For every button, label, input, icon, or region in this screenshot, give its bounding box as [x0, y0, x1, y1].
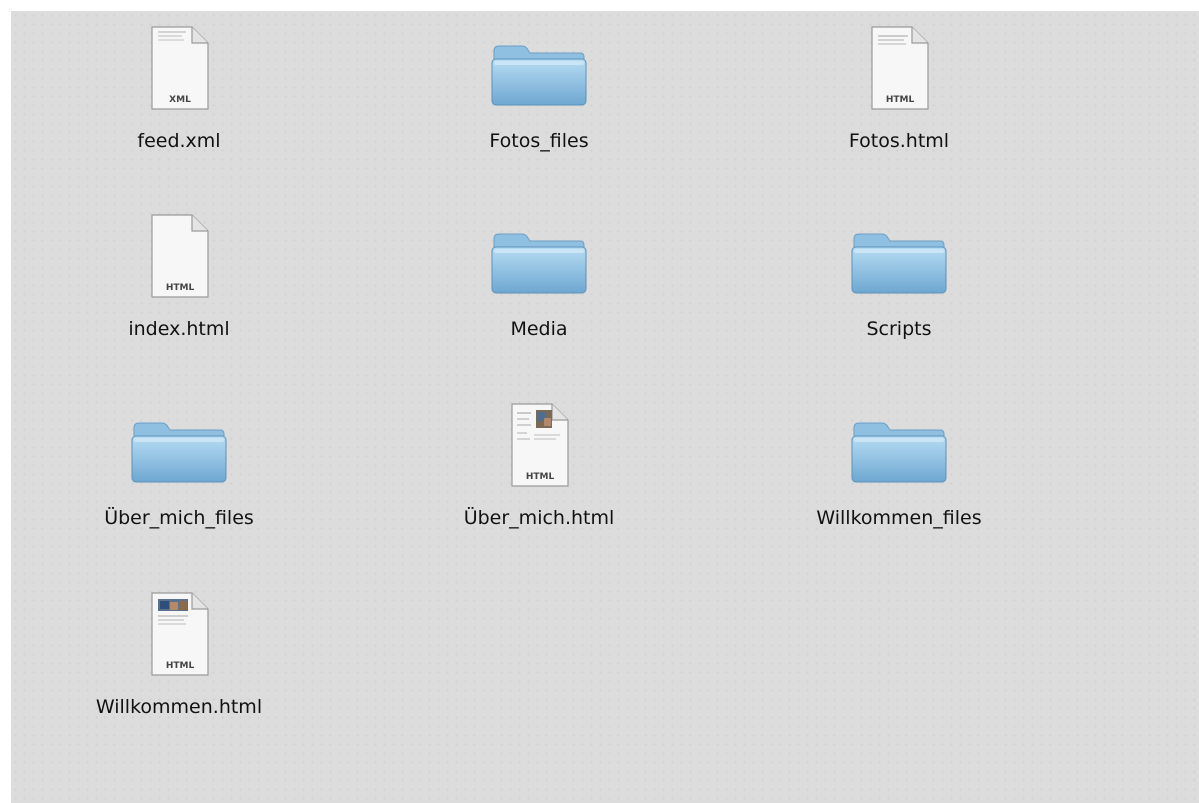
folder-icon: [59, 418, 299, 518]
folder-label: Fotos_files: [489, 130, 589, 152]
file-label: Willkommen.html: [95, 696, 263, 718]
folder-item-scripts[interactable]: Scripts: [779, 199, 1019, 349]
folder-label: Über_mich_files: [104, 507, 254, 529]
folder-item-willkommen-files[interactable]: Willkommen_files: [779, 388, 1019, 538]
file-item-fotos-html[interactable]: HTML Fotos.html: [779, 11, 1019, 161]
xml-badge: XML: [169, 95, 191, 105]
html-document-icon: HTML: [779, 25, 1019, 125]
file-item-index-html[interactable]: HTML index.html: [59, 199, 299, 349]
folder-icon: [779, 418, 1019, 518]
file-item-willkommen-html[interactable]: HTML Willkommen.html: [59, 577, 299, 727]
file-item-ueber-mich-html[interactable]: HTML Über_mich.html: [419, 388, 659, 538]
file-label: feed.xml: [137, 130, 221, 152]
xml-document-icon: XML: [59, 25, 299, 125]
html-document-icon: HTML: [59, 591, 299, 691]
file-item-feed-xml[interactable]: XML feed.xml: [59, 11, 299, 161]
folder-item-ueber-mich-files[interactable]: Über_mich_files: [59, 388, 299, 538]
folder-label: Willkommen_files: [816, 507, 982, 529]
html-document-icon: HTML: [419, 402, 659, 502]
folder-icon: [419, 229, 659, 329]
folder-item-media[interactable]: Media: [419, 199, 659, 349]
finder-icon-view: XML feed.xml Fotos_files HTML Fotos.html…: [11, 11, 1199, 803]
file-label: index.html: [128, 318, 230, 340]
file-label: Über_mich.html: [463, 507, 615, 529]
html-badge: HTML: [886, 95, 915, 105]
html-badge: HTML: [166, 283, 195, 293]
html-badge: HTML: [166, 661, 195, 671]
folder-icon: [779, 229, 1019, 329]
html-badge: HTML: [526, 472, 555, 482]
folder-item-fotos-files[interactable]: Fotos_files: [419, 11, 659, 161]
html-document-icon: HTML: [59, 213, 299, 313]
folder-icon: [419, 41, 659, 141]
file-label: Fotos.html: [848, 130, 950, 152]
folder-label: Scripts: [866, 318, 932, 340]
folder-label: Media: [510, 318, 568, 340]
